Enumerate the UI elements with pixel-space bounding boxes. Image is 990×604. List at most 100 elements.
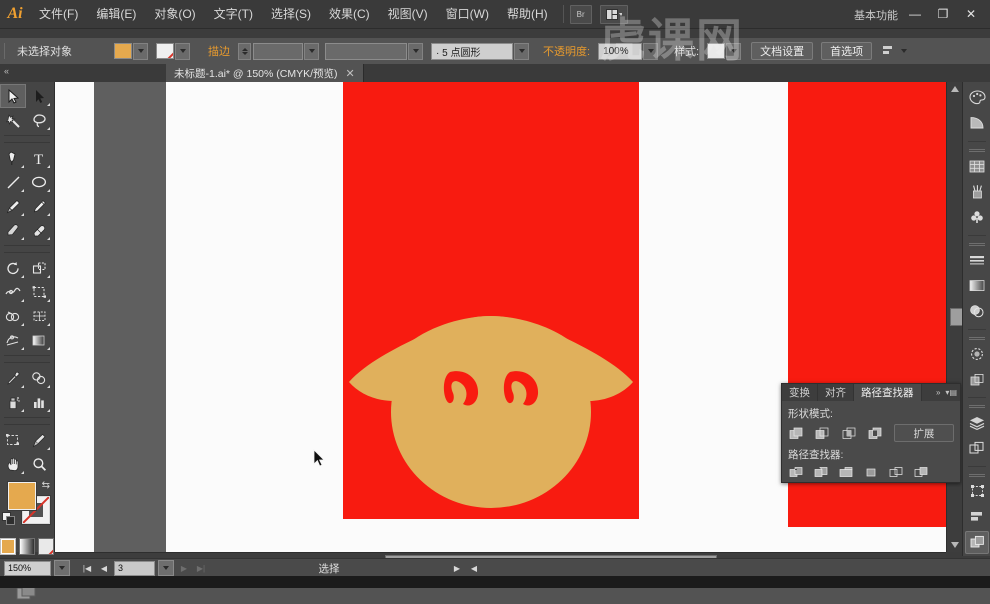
eraser-tool[interactable] (26, 218, 52, 242)
zoom-level-field[interactable]: 150% (4, 560, 51, 576)
brushes-panel-icon[interactable] (965, 180, 989, 203)
minus-front-button[interactable] (814, 426, 830, 441)
menu-type[interactable]: 文字(T) (205, 0, 262, 28)
status-indicator-text[interactable]: 选择 (211, 561, 447, 576)
symbols-panel-icon[interactable] (965, 205, 989, 228)
opacity-dropdown[interactable] (643, 42, 659, 60)
artboard-dropdown[interactable] (158, 560, 174, 576)
paintbrush-tool[interactable] (0, 194, 26, 218)
dock-group-grip[interactable] (969, 148, 985, 153)
rotate-tool[interactable] (0, 256, 26, 280)
scroll-up-icon[interactable] (947, 82, 963, 96)
direct-selection-tool[interactable] (26, 84, 52, 108)
selection-tool[interactable] (0, 84, 26, 108)
style-dropdown[interactable] (726, 42, 742, 60)
artboard-number-field[interactable]: 3 (114, 560, 155, 576)
scale-tool[interactable] (26, 256, 52, 280)
swap-fill-stroke-icon[interactable]: ⇆ (42, 480, 50, 491)
menu-help[interactable]: 帮助(H) (498, 0, 557, 28)
unite-button[interactable] (788, 426, 804, 441)
expand-button[interactable]: 扩展 (893, 424, 954, 442)
tab-pathfinder[interactable]: 路径查找器 (854, 384, 922, 401)
align-dropdown[interactable] (897, 44, 910, 59)
dock-group-grip-2[interactable] (969, 242, 985, 247)
stroke-weight-stepper[interactable] (238, 42, 251, 60)
stroke-profile-field[interactable] (325, 42, 407, 60)
pathfinder-panel-icon[interactable] (965, 530, 989, 554)
maximize-button[interactable]: ❐ (930, 4, 956, 23)
menu-edit[interactable]: 编辑(E) (87, 0, 145, 28)
menu-effect[interactable]: 效果(C) (320, 0, 379, 28)
lasso-tool[interactable] (26, 108, 52, 132)
panel-menu-icon[interactable]: ▾▤ (945, 388, 957, 397)
close-button[interactable]: ✕ (958, 4, 984, 23)
slice-tool[interactable] (26, 428, 52, 452)
document-tab[interactable]: 未标题-1.ai* @ 150% (CMYK/预览) ✕ (166, 64, 364, 82)
dock-group-grip-3[interactable] (969, 336, 985, 341)
collapse-panel-icon[interactable]: » (936, 388, 940, 397)
graphic-styles-panel-icon[interactable] (965, 368, 989, 391)
gradient-tool[interactable] (26, 328, 52, 352)
shape-builder-tool[interactable] (0, 304, 26, 328)
document-setup-button[interactable]: 文档设置 (751, 42, 814, 60)
menu-object[interactable]: 对象(O) (145, 0, 204, 28)
scroll-down-icon[interactable] (947, 538, 963, 552)
next-artboard-button[interactable]: ▶ (177, 561, 191, 575)
document-tab-close-icon[interactable]: ✕ (346, 67, 355, 80)
brush-definition-dropdown[interactable] (514, 42, 529, 60)
tab-align[interactable]: 对齐 (818, 384, 854, 401)
magic-wand-tool[interactable] (0, 108, 26, 132)
transform-panel-icon[interactable] (965, 480, 989, 503)
type-tool[interactable]: T (26, 146, 52, 170)
gradient-fill-button[interactable] (19, 538, 35, 555)
pen-tool[interactable] (0, 146, 26, 170)
trim-button[interactable] (813, 465, 830, 480)
minimize-button[interactable]: — (902, 4, 928, 23)
color-panel-icon[interactable] (965, 86, 989, 109)
color-guide-panel-icon[interactable] (965, 111, 989, 134)
zoom-tool[interactable] (26, 452, 52, 476)
symbol-sprayer-tool[interactable] (0, 390, 26, 414)
menu-window[interactable]: 窗口(W) (437, 0, 498, 28)
status-menu-next-icon[interactable]: ▶ (450, 561, 464, 575)
preferences-button[interactable]: 首选项 (821, 42, 873, 60)
swatches-panel-icon[interactable] (965, 155, 989, 178)
blend-tool[interactable] (26, 366, 52, 390)
eyedropper-tool[interactable] (0, 366, 26, 390)
stroke-profile-dropdown[interactable] (408, 42, 423, 60)
first-artboard-button[interactable]: |◀ (80, 561, 94, 575)
align-options-icon[interactable] (882, 44, 896, 59)
divide-button[interactable] (788, 465, 805, 480)
pig-head-illustration[interactable] (343, 300, 639, 520)
collapse-panel-icon[interactable]: « (4, 66, 9, 76)
zoom-dropdown[interactable] (54, 560, 70, 576)
artboards-panel-icon[interactable] (965, 437, 989, 460)
tab-transform[interactable]: 变换 (782, 384, 818, 401)
previous-artboard-button[interactable]: ◀ (97, 561, 111, 575)
fill-dropdown[interactable] (133, 42, 148, 60)
menu-view[interactable]: 视图(V) (379, 0, 437, 28)
exclude-button[interactable] (867, 426, 883, 441)
stroke-panel-icon[interactable] (965, 249, 989, 272)
menu-select[interactable]: 选择(S) (262, 0, 320, 28)
crop-button[interactable] (863, 465, 880, 480)
merge-button[interactable] (838, 465, 855, 480)
brush-definition-field[interactable]: · 5 点圆形 (431, 42, 513, 60)
graphic-style-swatch[interactable] (707, 43, 726, 59)
layers-panel-icon[interactable] (965, 411, 989, 434)
workspace-label[interactable]: 基本功能 (854, 7, 898, 23)
artboard-tool[interactable] (0, 428, 26, 452)
fill-color-proxy[interactable] (8, 482, 36, 510)
dock-group-grip-4[interactable] (969, 405, 985, 410)
column-graph-tool[interactable] (26, 390, 52, 414)
outline-button[interactable] (888, 465, 905, 480)
align-panel-icon[interactable] (965, 505, 989, 528)
width-tool[interactable] (0, 280, 26, 304)
stroke-label[interactable]: 描边 (208, 43, 230, 59)
line-segment-tool[interactable] (0, 170, 26, 194)
transparency-panel-icon[interactable] (965, 299, 989, 322)
dock-group-grip-5[interactable] (969, 473, 985, 478)
stroke-weight-field[interactable] (253, 42, 303, 60)
arrange-documents-icon[interactable] (599, 4, 628, 24)
appearance-panel-icon[interactable] (965, 343, 989, 366)
